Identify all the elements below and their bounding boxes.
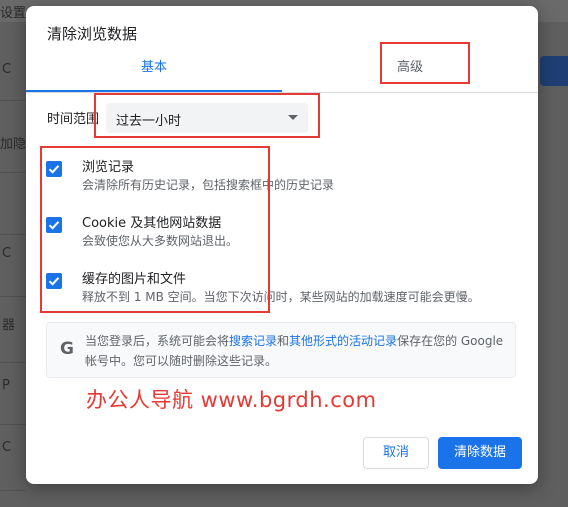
time-range-value: 过去一小时	[116, 114, 182, 129]
background-divider	[0, 424, 26, 425]
info-text-part: 和	[277, 334, 290, 348]
background-mark: C	[2, 246, 12, 261]
checkbox-checked-icon[interactable]	[46, 217, 62, 233]
tab-advanced[interactable]: 高级	[282, 54, 538, 90]
info-text: 当您登录后，系统可能会将搜索记录和其他形式的活动记录保存在您的 Google 帐…	[85, 331, 505, 371]
background-divider	[0, 172, 26, 173]
background-mark: P	[2, 378, 10, 393]
option-description: 释放不到 1 MB 空间。当您下次访问时，某些网站的加载速度可能会更慢。	[82, 290, 480, 304]
other-activity-link[interactable]: 其他形式的活动记录	[289, 334, 397, 348]
time-range-label: 时间范围	[47, 112, 100, 127]
option-browsing-history[interactable]: 浏览记录 会清除所有历史记录，包括搜索框中的历史记录	[46, 156, 516, 200]
cancel-button[interactable]: 取消	[363, 437, 429, 469]
dialog-title: 清除浏览数据	[47, 25, 138, 43]
background-side-text: 加隐	[0, 137, 27, 152]
background-mark: C	[2, 440, 12, 455]
clear-browsing-data-dialog: 清除浏览数据 基本 高级 时间范围 过去一小时 浏览记录 会清除所有历史记录，包…	[26, 6, 538, 484]
google-account-info-box: G 当您登录后，系统可能会将搜索记录和其他形式的活动记录保存在您的 Google…	[46, 322, 516, 378]
watermark-text: 办公人导航 www.bgrdh.com	[86, 388, 377, 412]
background-button	[540, 56, 568, 86]
clear-data-button[interactable]: 清除数据	[438, 437, 522, 469]
checkbox-checked-icon[interactable]	[46, 161, 62, 177]
background-divider	[0, 362, 26, 363]
tab-basic[interactable]: 基本	[26, 54, 282, 92]
time-range-select[interactable]: 过去一小时	[106, 103, 308, 133]
tab-bar: 基本 高级	[26, 54, 538, 93]
background-mark: C	[2, 62, 12, 77]
background-mark: 器	[2, 318, 16, 333]
option-description: 会致使您从大多数网站退出。	[82, 234, 239, 248]
chevron-down-icon	[288, 115, 298, 120]
option-description: 会清除所有历史记录，包括搜索框中的历史记录	[82, 178, 335, 192]
info-text-part: 当您登录后，系统可能会将	[85, 334, 230, 348]
option-title: 浏览记录	[82, 160, 135, 175]
checkbox-checked-icon[interactable]	[46, 273, 62, 289]
google-g-icon: G	[60, 339, 74, 359]
background-divider	[0, 490, 26, 491]
background-divider	[0, 296, 26, 297]
background-top-text: 设置	[0, 6, 27, 21]
background-divider	[0, 100, 26, 101]
search-history-link[interactable]: 搜索记录	[229, 334, 277, 348]
option-cached-images[interactable]: 缓存的图片和文件 释放不到 1 MB 空间。当您下次访问时，某些网站的加载速度可…	[46, 268, 516, 312]
option-cookies[interactable]: Cookie 及其他网站数据 会致使您从大多数网站退出。	[46, 212, 516, 256]
option-title: 缓存的图片和文件	[82, 272, 187, 287]
option-title: Cookie 及其他网站数据	[82, 216, 222, 231]
background-divider	[0, 234, 26, 235]
